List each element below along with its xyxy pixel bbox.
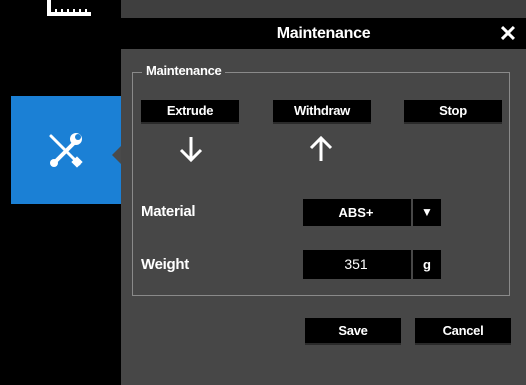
weight-field[interactable]: 351 g (303, 250, 441, 279)
ruler-icon[interactable] (45, 0, 93, 18)
close-icon[interactable]: ✕ (496, 22, 520, 46)
weight-value[interactable]: 351 (303, 250, 409, 279)
material-select[interactable]: ABS+ ▼ (303, 199, 441, 226)
weight-unit: g (423, 257, 431, 272)
active-tab-pointer (112, 146, 121, 164)
dialog-title-bar: Maintenance ✕ (121, 18, 526, 49)
arrow-down-icon (176, 134, 206, 164)
sidebar-item-maintenance[interactable] (11, 96, 121, 204)
material-value: ABS+ (338, 205, 374, 220)
weight-label: Weight (141, 256, 189, 273)
arrow-up-icon (306, 134, 336, 164)
chevron-down-icon[interactable]: ▼ (413, 199, 441, 226)
wrench-screwdriver-icon (45, 130, 85, 170)
save-button[interactable]: Save (305, 318, 401, 345)
group-label: Maintenance (142, 62, 226, 80)
cancel-button[interactable]: Cancel (415, 318, 511, 345)
extrude-button[interactable]: Extrude (141, 100, 239, 124)
stop-button[interactable]: Stop (404, 100, 502, 124)
material-label: Material (141, 203, 196, 220)
withdraw-button[interactable]: Withdraw (273, 100, 371, 124)
dialog-title: Maintenance (276, 25, 371, 42)
